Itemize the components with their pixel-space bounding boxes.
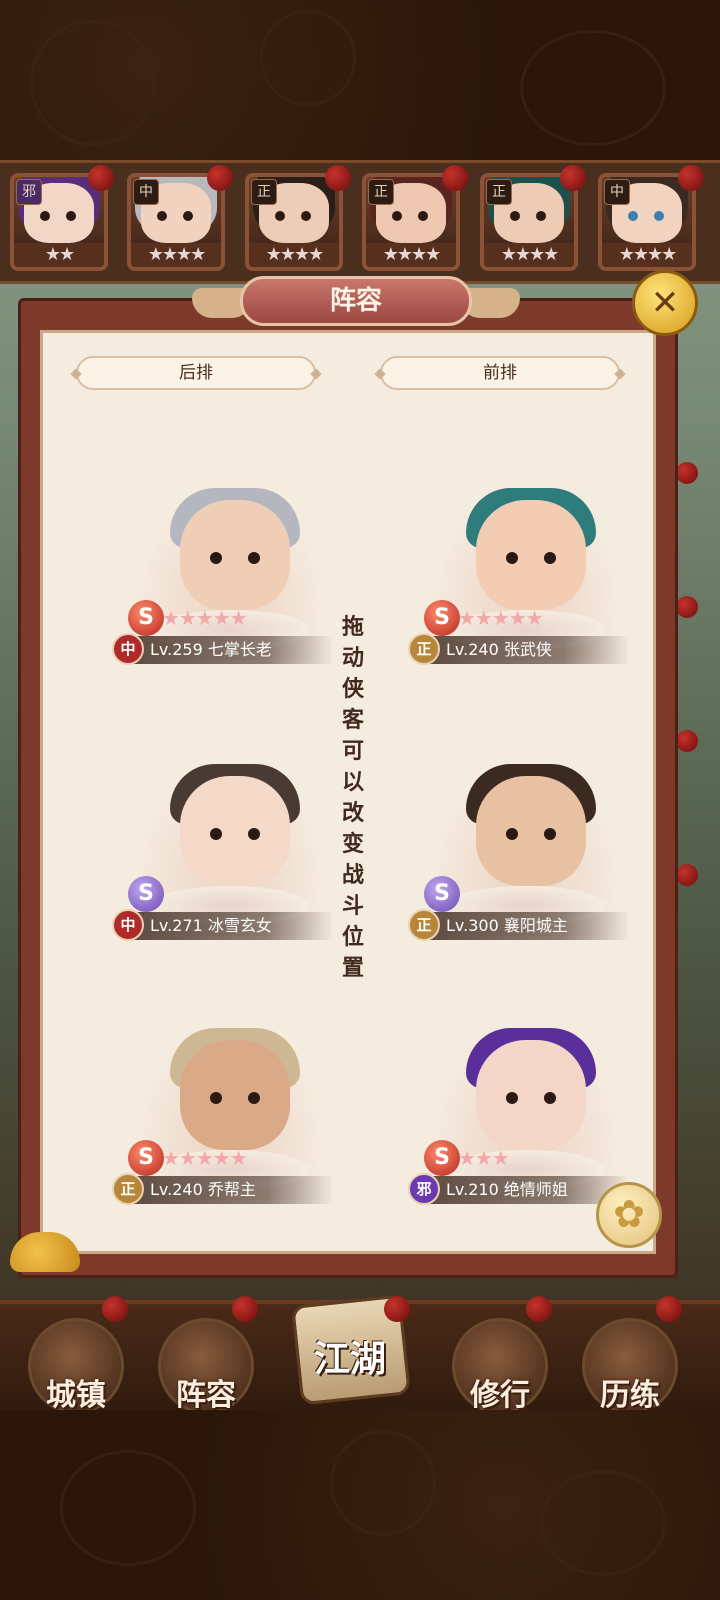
hero-name: 襄阳城主 (503, 916, 568, 935)
formation-slot-back-3[interactable]: S ★★★★★ 正 Lv.240 乔帮主 (100, 1000, 360, 1230)
bottom-background (0, 1410, 720, 1600)
hero-avatar (476, 1040, 586, 1150)
notification-dot (384, 1296, 410, 1322)
panel-title: 阵容 (240, 276, 472, 326)
roster-hero-card[interactable]: 正 ★★★★ (480, 173, 578, 271)
formation-slot-back-1[interactable]: S ★★★★★ 中 Lv.259 七掌长老 (100, 460, 360, 690)
hero-level-name: Lv.210 绝情师姐 (446, 1176, 568, 1204)
hero-info-bar: 正 Lv.240 张武侠 (408, 633, 630, 665)
notification-dot (656, 1296, 682, 1322)
hero-info-bar: 正 Lv.240 乔帮主 (112, 1173, 334, 1205)
faction-badge: 中 (112, 633, 144, 665)
hero-name: 绝情师姐 (503, 1180, 568, 1199)
hero-level: Lv.240 (150, 1180, 203, 1199)
formation-slot-front-1[interactable]: S ★★★★★ 正 Lv.240 张武侠 (396, 460, 656, 690)
hero-name: 七掌长老 (207, 640, 272, 659)
notification-dot (560, 165, 586, 191)
hero-level: Lv.240 (446, 640, 499, 659)
grade-s-icon: S (128, 1140, 164, 1176)
notification-dot (325, 165, 351, 191)
notification-dot (676, 596, 698, 618)
notification-dot (207, 165, 233, 191)
grade-s-icon: S (424, 600, 460, 636)
faction-badge: 邪 (408, 1173, 440, 1205)
notification-dot (102, 1296, 128, 1322)
grade-s-icon: S (128, 876, 164, 912)
hero-level: Lv.271 (150, 916, 203, 935)
front-row-label: 前排 (380, 356, 620, 390)
faction-badge: 正 (112, 1173, 144, 1205)
star-rating: ★★★★ (602, 243, 692, 267)
hero-info-bar: 正 Lv.300 襄阳城主 (408, 909, 630, 941)
star-rating: ★★★★★ (458, 606, 544, 630)
formation-slot-front-2[interactable]: S 正 Lv.300 襄阳城主 (396, 736, 656, 966)
nav-cultivation-label: 修行 (470, 1378, 530, 1413)
roster-hero-card[interactable]: 正 ★★★★ (245, 173, 343, 271)
star-rating: ★★★★ (366, 243, 456, 267)
notification-dot (232, 1296, 258, 1322)
faction-badge: 正 (408, 909, 440, 941)
notification-dot (526, 1296, 552, 1322)
hero-name: 冰雪玄女 (207, 916, 272, 935)
hero-avatar (180, 776, 290, 886)
close-button[interactable]: ✕ (632, 270, 698, 336)
hero-roster-strip: 邪 ★★ 中 ★★★★ 正 ★★★★ 正 ★★★★ 正 ★★★★ 中 ★★★★ (0, 160, 720, 284)
hero-level-name: Lv.240 张武侠 (446, 636, 552, 664)
faction-tag: 中 (133, 179, 159, 205)
star-rating: ★★★★ (131, 243, 221, 267)
hero-avatar (476, 500, 586, 610)
nav-town-label: 城镇 (46, 1378, 106, 1413)
grade-s-icon: S (424, 1140, 460, 1176)
hero-avatar (180, 1040, 290, 1150)
faction-badge: 正 (408, 633, 440, 665)
roster-hero-card[interactable]: 正 ★★★★ (362, 173, 460, 271)
notification-dot (442, 165, 468, 191)
hero-level: Lv.210 (446, 1180, 499, 1199)
flower-icon: ✿ (613, 1192, 645, 1236)
star-rating: ★★★★ (249, 243, 339, 267)
nav-formation-label: 阵容 (176, 1378, 236, 1413)
faction-tag: 正 (368, 179, 394, 205)
hero-info-bar: 邪 Lv.210 绝情师姐 (408, 1173, 630, 1205)
formation-slot-back-2[interactable]: S 中 Lv.271 冰雪玄女 (100, 736, 360, 966)
drag-hint-text: 拖动侠客可以改变战斗位置 (341, 615, 364, 981)
notification-dot (88, 165, 114, 191)
faction-badge: 中 (112, 909, 144, 941)
auto-formation-button[interactable]: ✿ (596, 1182, 662, 1248)
roster-hero-card[interactable]: 中 ★★★★ (598, 173, 696, 271)
star-rating: ★★★★ (484, 243, 574, 267)
top-background (0, 0, 720, 160)
nav-training-label: 历练 (600, 1378, 660, 1413)
crossed-swords-icon: ✕ (650, 283, 680, 323)
faction-tag: 邪 (16, 179, 42, 205)
faction-tag: 正 (486, 179, 512, 205)
notification-dot (676, 462, 698, 484)
hero-level-name: Lv.300 襄阳城主 (446, 912, 568, 940)
hero-level-name: Lv.240 乔帮主 (150, 1176, 256, 1204)
notification-dot (676, 864, 698, 886)
roster-hero-card[interactable]: 中 ★★★★ (127, 173, 225, 271)
star-rating: ★★★ (458, 1146, 510, 1170)
star-rating: ★★★★★ (162, 1146, 248, 1170)
nav-jianghu-label: 江湖 (313, 1339, 386, 1380)
hero-level: Lv.259 (150, 640, 203, 659)
grade-s-icon: S (128, 600, 164, 636)
hero-info-bar: 中 Lv.259 七掌长老 (112, 633, 334, 665)
hero-level-name: Lv.271 冰雪玄女 (150, 912, 272, 940)
back-row-label: 后排 (76, 356, 316, 390)
faction-tag: 中 (604, 179, 630, 205)
star-rating: ★★ (14, 243, 104, 267)
hero-name: 张武侠 (503, 640, 552, 659)
star-rating: ★★★★★ (162, 606, 248, 630)
hero-level-name: Lv.259 七掌长老 (150, 636, 272, 664)
notification-dot (678, 165, 704, 191)
hero-avatar (180, 500, 290, 610)
hero-avatar (476, 776, 586, 886)
notification-dot (676, 730, 698, 752)
grade-s-icon: S (424, 876, 460, 912)
hero-name: 乔帮主 (207, 1180, 256, 1199)
hero-info-bar: 中 Lv.271 冰雪玄女 (112, 909, 334, 941)
hero-level: Lv.300 (446, 916, 499, 935)
faction-tag: 正 (251, 179, 277, 205)
